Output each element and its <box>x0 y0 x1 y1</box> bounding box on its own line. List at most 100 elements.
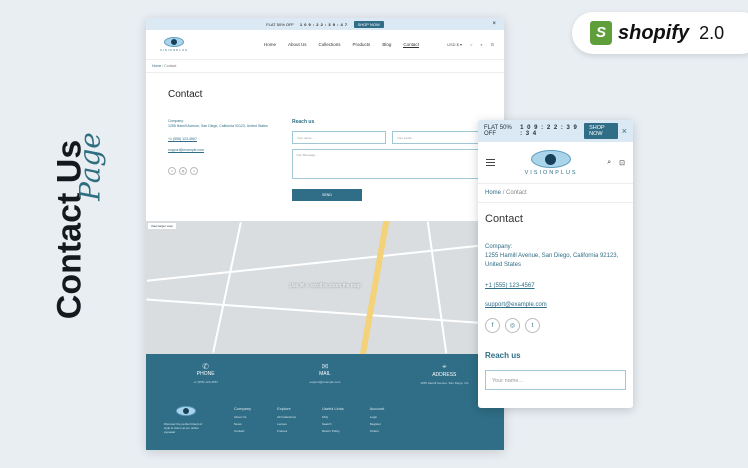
cart-icon[interactable]: ⊡ <box>619 159 625 167</box>
form-heading: Reach us <box>292 119 315 125</box>
breadcrumb-home[interactable]: Home <box>485 190 501 196</box>
phone-link[interactable]: +1 (555) 123-4567 <box>485 283 626 289</box>
logo-text: VISIONPLUS <box>159 48 188 52</box>
header-tools: USD $ ▾ ○ ⌕ ⊡ <box>447 42 494 47</box>
social-links: f ◎ t <box>485 318 626 333</box>
page-title: Contact <box>168 89 203 100</box>
breadcrumb-home[interactable]: Home <box>152 64 161 68</box>
footer-phone-value[interactable]: +1 (555) 123-4567 <box>156 380 256 384</box>
contact-info: Company: 1255 Hamill Avenue, San Diego, … <box>168 119 268 153</box>
footer-link[interactable]: Register <box>370 422 384 426</box>
footer-link[interactable]: Login <box>370 415 384 419</box>
footer-useful: Useful Links FAQ Search Return Policy <box>322 406 344 436</box>
contact-info: Company: 1255 Hamill Avenue, San Diego, … <box>485 243 626 270</box>
footer-account: Account Login Register Orders <box>370 406 384 436</box>
footer-mail: ✉ MAIL support@example.com <box>275 362 375 398</box>
nav-contact[interactable]: Contact <box>403 42 419 48</box>
map-hint: Use ⌘ + scroll to zoom the map <box>289 283 361 289</box>
menu-icon[interactable] <box>486 157 495 168</box>
shop-now-button[interactable]: SHOP NOW <box>353 20 384 28</box>
footer-explore-heading: Explore <box>277 406 291 411</box>
footer-link[interactable]: Orders <box>370 429 384 433</box>
instagram-icon[interactable]: ◎ <box>179 167 187 175</box>
close-icon[interactable]: × <box>622 126 627 136</box>
twitter-icon[interactable]: t <box>190 167 198 175</box>
currency-selector[interactable]: USD $ ▾ <box>447 42 462 47</box>
view-larger-map-link[interactable]: View larger map <box>148 223 176 229</box>
footer-account-heading: Account <box>369 406 385 411</box>
eye-logo-icon <box>531 149 572 168</box>
header: VISIONPLUS Home About Us Collections Pro… <box>146 30 504 60</box>
address-text: 1255 Hamill Avenue, San Diego, Californi… <box>168 124 268 128</box>
send-button[interactable]: SEND <box>292 189 362 201</box>
footer-link[interactable]: All Collections <box>277 415 296 419</box>
instagram-icon[interactable]: ◎ <box>505 318 520 333</box>
phone-link[interactable]: +1 (555) 123-4567 <box>168 137 268 142</box>
close-icon[interactable]: × <box>492 21 496 27</box>
footer-link[interactable]: Frames <box>277 429 296 433</box>
announcement-text: FLAT 50% OFF <box>484 125 512 137</box>
mail-icon: ✉ <box>321 362 329 371</box>
nav-products[interactable]: Products <box>353 42 371 48</box>
logo-text: VISIONPLUS <box>524 169 578 176</box>
footer-company-heading: Company <box>234 406 252 411</box>
footer-useful-heading: Useful Links <box>321 406 344 411</box>
social-links: f ◎ t <box>168 167 198 175</box>
footer-link[interactable]: FAQ <box>322 415 344 419</box>
main-menu: Home About Us Collections Products Blog … <box>264 42 419 48</box>
name-field[interactable]: Your name... <box>485 370 626 390</box>
page-title: Contact <box>485 213 523 225</box>
footer-mail-value[interactable]: support@example.com <box>275 380 375 384</box>
form-heading: Reach us <box>485 351 521 360</box>
logo[interactable]: VISIONPLUS <box>524 149 578 176</box>
footer-link[interactable]: News <box>234 422 251 426</box>
countdown: 1 0 9 : 2 2 : 3 9 : 3 4 <box>520 125 578 137</box>
countdown: 1 0 9 : 2 2 : 3 9 : 4 7 <box>299 21 348 27</box>
nav-blog[interactable]: Blog <box>382 42 391 48</box>
footer-brand: Discover the perfect blend of style & vi… <box>164 406 208 436</box>
cart-icon[interactable]: ⊡ <box>491 42 494 47</box>
logo[interactable]: VISIONPLUS <box>156 37 192 52</box>
announcement-text: FLAT 50% OFF <box>266 21 294 27</box>
announcement-bar: FLAT 50% OFF 1 0 9 : 2 2 : 3 9 : 4 7 SHO… <box>146 18 504 30</box>
footer-explore: Explore All Collections Lenses Frames <box>277 406 296 436</box>
name-field[interactable]: Your name... <box>292 131 386 144</box>
footer-link[interactable]: Search <box>322 422 344 426</box>
footer-brand-text: Discover the perfect blend of style & vi… <box>164 422 203 434</box>
shopify-version: 2.0 <box>699 22 725 43</box>
facebook-icon[interactable]: f <box>485 318 500 333</box>
message-field[interactable]: Your Message... <box>292 149 486 179</box>
email-link[interactable]: support@example.com <box>168 148 268 153</box>
email-field[interactable]: Your email... <box>392 131 486 144</box>
footer-link[interactable]: Contact <box>234 429 251 433</box>
shopify-word: shopify <box>618 21 690 44</box>
map[interactable]: View larger map Use ⌘ + scroll to zoom t… <box>146 221 504 354</box>
contact-section: Contact Company: 1255 Hamill Avenue, San… <box>146 73 504 221</box>
nav-home[interactable]: Home <box>264 42 276 48</box>
search-icon[interactable]: ⌕ <box>480 42 482 47</box>
breadcrumb: Home / Contact <box>146 60 504 73</box>
mobile-preview: FLAT 50% OFF 1 0 9 : 2 2 : 3 9 : 3 4 SHO… <box>478 120 633 408</box>
phone-icon: ✆ <box>202 362 209 371</box>
facebook-icon[interactable]: f <box>168 167 176 175</box>
address-text: 1255 Hamill Avenue, San Diego, Californi… <box>485 253 619 268</box>
eye-logo-icon <box>164 37 184 47</box>
twitter-icon[interactable]: t <box>525 318 540 333</box>
breadcrumb-current: Contact <box>506 190 527 196</box>
footer-link[interactable]: About Us <box>234 415 251 419</box>
email-link[interactable]: support@example.com <box>485 302 626 308</box>
footer: ✆ PHONE +1 (555) 123-4567 ✉ MAIL support… <box>146 354 504 450</box>
company-label: Company: <box>485 244 513 250</box>
nav-collections[interactable]: Collections <box>319 42 341 48</box>
footer-link[interactable]: Lenses <box>277 422 296 426</box>
breadcrumb: Home / Contact <box>478 184 633 203</box>
account-icon[interactable]: ○ <box>470 42 472 47</box>
shop-now-button[interactable]: SHOP NOW <box>584 123 618 139</box>
search-icon[interactable]: ⌕ <box>607 159 611 167</box>
desktop-preview: FLAT 50% OFF 1 0 9 : 2 2 : 3 9 : 4 7 SHO… <box>146 18 504 450</box>
footer-link[interactable]: Return Policy <box>322 429 344 433</box>
nav-about[interactable]: About Us <box>288 42 307 48</box>
mobile-header: VISIONPLUS ⌕ ⊡ <box>478 142 633 184</box>
footer-phone-label: PHONE <box>196 371 215 377</box>
breadcrumb-current: Contact <box>164 64 177 68</box>
